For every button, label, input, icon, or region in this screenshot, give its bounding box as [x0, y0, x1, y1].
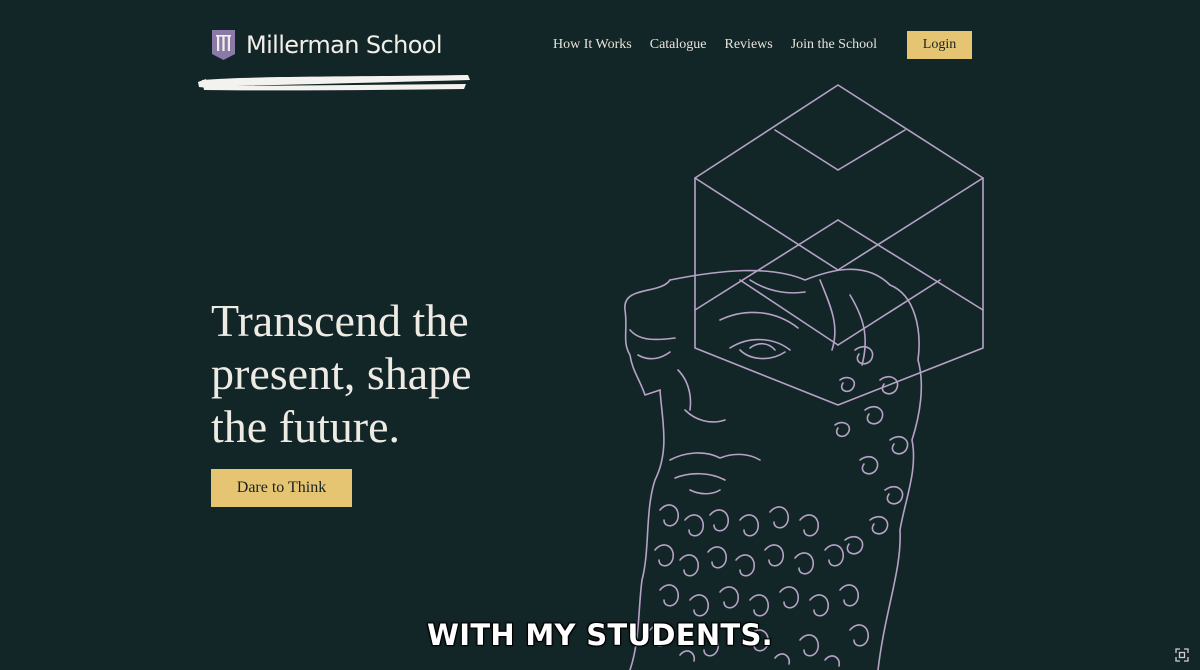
philosopher-bust-illustration	[624, 84, 984, 670]
brand-name: Millerman School	[246, 31, 443, 59]
geometric-cube-outline	[694, 84, 984, 406]
nav-join-the-school[interactable]: Join the School	[791, 37, 877, 53]
login-button[interactable]: Login	[907, 31, 972, 59]
shield-logo-icon	[212, 30, 235, 60]
hero-title: Transcend the present, shape the future.	[211, 295, 472, 452]
brush-stroke-decoration	[198, 75, 470, 91]
brand-logo[interactable]: Millerman School	[211, 29, 443, 61]
hair-curls	[834, 345, 909, 555]
fullscreen-icon[interactable]	[1175, 648, 1189, 662]
page: Millerman School How It Works Catalogue …	[0, 0, 1200, 670]
main-nav: How It Works Catalogue Reviews Join the …	[553, 31, 895, 59]
video-caption: WITH MY STUDENTS.	[426, 618, 774, 652]
nav-how-it-works[interactable]: How It Works	[553, 37, 632, 53]
nav-catalogue[interactable]: Catalogue	[650, 37, 707, 53]
dare-to-think-button[interactable]: Dare to Think	[211, 469, 352, 507]
nav-reviews[interactable]: Reviews	[725, 37, 773, 53]
